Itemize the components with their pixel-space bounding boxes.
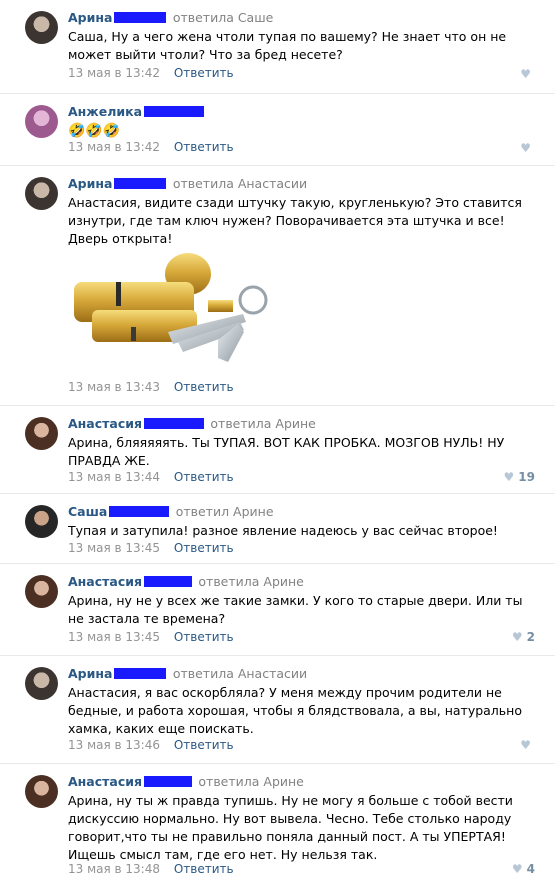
comment-meta: 13 мая в 13:44 Ответить	[68, 470, 234, 484]
avatar[interactable]	[25, 775, 58, 808]
comment: Саша ответил Арине Тупая и затупила! раз…	[0, 494, 555, 564]
reply-button[interactable]: Ответить	[174, 470, 234, 484]
author-name[interactable]: Анастасия	[68, 416, 142, 431]
reply-to-label[interactable]: ответила Арине	[198, 574, 304, 589]
reply-to-label[interactable]: ответила Арине	[198, 774, 304, 789]
redaction-mark	[144, 776, 193, 787]
comment-text: Саша, Ну а чего жена чтоли тупая по ваше…	[68, 29, 507, 62]
author-name[interactable]: Арина	[68, 666, 112, 681]
reply-button[interactable]: Ответить	[174, 380, 234, 394]
avatar[interactable]	[25, 417, 58, 450]
reply-button[interactable]: Ответить	[174, 66, 234, 80]
comment-author: Анжелика	[68, 104, 205, 119]
comment-date[interactable]: 13 мая в 13:45	[68, 630, 160, 644]
reply-to-label[interactable]: ответила Саше	[173, 10, 274, 25]
reply-to-label[interactable]: ответил Арине	[176, 504, 274, 519]
comment-author: Анастасия ответила Арине	[68, 416, 316, 431]
comment: Анастасия ответила Арине Арина, ну ты ж …	[0, 764, 555, 890]
comment: Анастасия ответила Арине Арина, бляяяяят…	[0, 406, 555, 494]
heart-icon: ♥	[511, 630, 523, 644]
heart-icon: ♥	[503, 470, 515, 484]
like-count: 2	[526, 630, 535, 644]
comment-author: Арина ответила Анастасии	[68, 176, 307, 191]
like-button[interactable]: ♥	[520, 141, 535, 155]
comment-meta: 13 мая в 13:46 Ответить	[68, 738, 234, 752]
like-button[interactable]: ♥	[520, 67, 535, 81]
comment-meta: 13 мая в 13:42 Ответить	[68, 140, 234, 154]
redaction-mark	[114, 178, 167, 189]
comment-text: Арина, бляяяяять. Ты ТУПАЯ. ВОТ КАК ПРОБ…	[68, 435, 505, 468]
author-name[interactable]: Анастасия	[68, 774, 142, 789]
avatar[interactable]	[25, 11, 58, 44]
redaction-mark	[144, 106, 205, 117]
author-name[interactable]: Арина	[68, 10, 112, 25]
comment-date[interactable]: 13 мая в 13:44	[68, 470, 160, 484]
comment-meta: 13 мая в 13:45 Ответить	[68, 541, 234, 555]
comment-meta: 13 мая в 13:45 Ответить	[68, 630, 234, 644]
redaction-mark	[109, 506, 170, 517]
redaction-mark	[144, 418, 205, 429]
comment: Арина ответила Анастасии Анастасия, я ва…	[0, 656, 555, 764]
like-button[interactable]: ♥ 2	[512, 630, 535, 644]
reply-to-label[interactable]: ответила Анастасии	[173, 176, 307, 191]
heart-icon: ♥	[511, 862, 523, 876]
comment-text: Анастасия, видите сзади штучку такую, кр…	[68, 195, 522, 246]
reply-to-label[interactable]: ответила Анастасии	[173, 666, 307, 681]
reply-button[interactable]: Ответить	[174, 630, 234, 644]
author-name[interactable]: Саша	[68, 504, 107, 519]
comment-author: Саша ответил Арине	[68, 504, 274, 519]
comment-text: Тупая и затупила! разное явление надеюсь…	[68, 523, 498, 538]
comment-text: 🤣🤣🤣	[68, 123, 121, 139]
author-name[interactable]: Анастасия	[68, 574, 142, 589]
author-name[interactable]: Арина	[68, 176, 112, 191]
redaction-mark	[114, 12, 167, 23]
comment-text: Арина, ну не у всех же такие замки. У ко…	[68, 593, 523, 626]
heart-icon: ♥	[520, 738, 531, 752]
comment-date[interactable]: 13 мая в 13:43	[68, 380, 160, 394]
comment-meta: 13 мая в 13:48 Ответить	[68, 862, 234, 876]
comment-text: Анастасия, я вас оскорбляла? У меня межд…	[68, 685, 522, 736]
like-button[interactable]: ♥	[520, 738, 535, 752]
like-button[interactable]: ♥ 4	[512, 862, 535, 876]
comment-meta: 13 мая в 13:42 Ответить	[68, 66, 234, 80]
redaction-mark	[144, 576, 193, 587]
author-name[interactable]: Анжелика	[68, 104, 142, 119]
avatar[interactable]	[25, 105, 58, 138]
heart-icon: ♥	[520, 67, 531, 81]
comment-text: Арина, ну ты ж правда тупишь. Ну не могу…	[68, 793, 513, 862]
comment-date[interactable]: 13 мая в 13:46	[68, 738, 160, 752]
like-button[interactable]: ♥ 19	[504, 470, 535, 484]
redaction-mark	[114, 668, 167, 679]
avatar[interactable]	[25, 667, 58, 700]
reply-button[interactable]: Ответить	[174, 541, 234, 555]
comment-date[interactable]: 13 мая в 13:48	[68, 862, 160, 876]
heart-icon: ♥	[520, 141, 531, 155]
avatar[interactable]	[25, 505, 58, 538]
comment: Арина ответила Анастасии Анастасия, види…	[0, 166, 555, 406]
comment-meta: 13 мая в 13:43 Ответить	[68, 380, 234, 394]
reply-to-label[interactable]: ответила Арине	[210, 416, 316, 431]
comment: Анастасия ответила Арине Арина, ну не у …	[0, 564, 555, 656]
avatar[interactable]	[25, 575, 58, 608]
like-count: 19	[518, 470, 535, 484]
comment-date[interactable]: 13 мая в 13:42	[68, 66, 160, 80]
like-count: 4	[526, 862, 535, 876]
comment: Арина ответила Саше Саша, Ну а чего жена…	[0, 0, 555, 94]
reply-button[interactable]: Ответить	[174, 738, 234, 752]
lock-cylinder-image[interactable]	[68, 252, 278, 367]
comment-author: Анастасия ответила Арине	[68, 574, 304, 589]
reply-button[interactable]: Ответить	[174, 140, 234, 154]
avatar[interactable]	[25, 177, 58, 210]
comment: Анжелика 🤣🤣🤣 13 мая в 13:42 Ответить ♥	[0, 94, 555, 166]
reply-button[interactable]: Ответить	[174, 862, 234, 876]
comment-author: Арина ответила Анастасии	[68, 666, 307, 681]
comment-date[interactable]: 13 мая в 13:42	[68, 140, 160, 154]
comment-date[interactable]: 13 мая в 13:45	[68, 541, 160, 555]
comment-author: Анастасия ответила Арине	[68, 774, 304, 789]
comment-author: Арина ответила Саше	[68, 10, 273, 25]
